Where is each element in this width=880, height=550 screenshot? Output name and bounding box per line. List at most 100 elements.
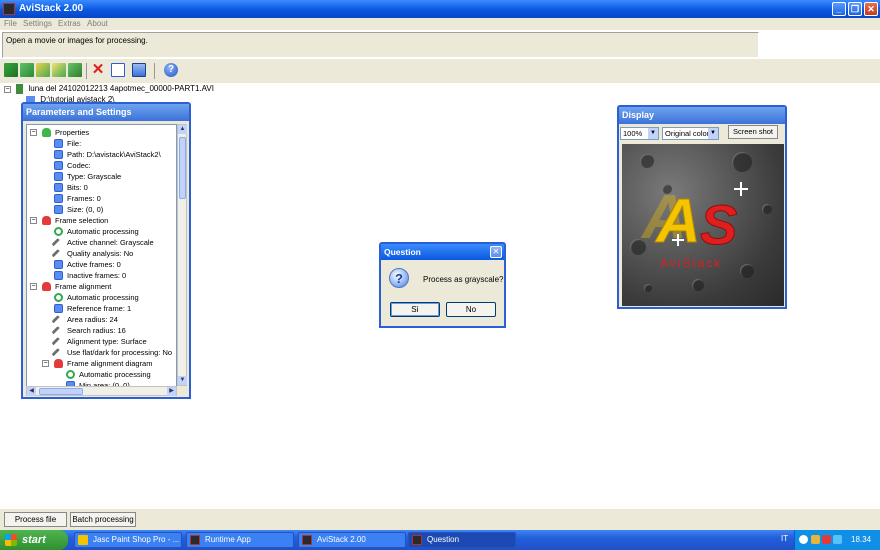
svg-text:S: S [700, 193, 737, 256]
tree-row[interactable]: Use flat/dark for processing: No [27, 347, 176, 358]
volume-icon[interactable] [833, 535, 842, 544]
tree-row[interactable]: Size: (0, 0) [27, 204, 176, 215]
start-button[interactable]: start [0, 530, 68, 550]
scroll-left-arrow-icon[interactable]: ◀ [27, 387, 36, 396]
open-movie-icon[interactable] [4, 63, 18, 77]
toolbar-separator [154, 63, 155, 79]
menu-file[interactable]: File [4, 19, 17, 28]
tree-row-label: Frame alignment [55, 282, 112, 291]
tree-row[interactable]: Automatic processing [27, 369, 176, 380]
status-message-box: Open a movie or images for processing. [2, 32, 759, 58]
tree-row-label: Search radius: 16 [67, 326, 126, 335]
tree-row[interactable]: Active frames: 0 [27, 259, 176, 270]
network-icon[interactable] [799, 535, 808, 544]
scroll-thumb[interactable] [179, 137, 186, 199]
parameters-panel: Parameters and Settings − Properties File:… [21, 102, 191, 399]
delete-icon[interactable]: ✕ [91, 62, 105, 77]
tree-row[interactable]: − Frame alignment diagram [27, 358, 176, 369]
gear-icon [54, 293, 63, 302]
save-icon[interactable] [132, 63, 146, 77]
tree-row[interactable]: Automatic processing [27, 292, 176, 303]
tree-row[interactable]: Area radius: 24 [27, 314, 176, 325]
process-file-button[interactable]: Process file [4, 512, 67, 527]
task-question[interactable]: Question [408, 532, 516, 548]
language-indicator[interactable]: IT [781, 534, 788, 543]
dialog-close-icon[interactable]: ✕ [490, 246, 502, 258]
chevron-down-icon[interactable]: ▼ [708, 128, 718, 139]
tree-expander[interactable]: − [30, 129, 37, 136]
help-icon[interactable]: ? [164, 63, 178, 77]
tree-row[interactable]: Path: D:\avistack\AviStack2\ [27, 149, 176, 160]
tree-row[interactable]: Codec: [27, 160, 176, 171]
horizontal-scrollbar[interactable]: ◀ ▶ [26, 386, 177, 396]
tree-row-label: Automatic processing [67, 227, 139, 236]
tree-row[interactable]: Type: Grayscale [27, 171, 176, 182]
tree-row[interactable]: Alignment type: Surface [27, 336, 176, 347]
tree-expander[interactable]: − [42, 360, 49, 367]
menu-about[interactable]: About [87, 19, 108, 28]
maximize-button[interactable]: ❐ [848, 2, 862, 16]
load-project-icon[interactable] [52, 63, 66, 77]
yes-button[interactable]: Sì [390, 302, 440, 317]
tree-row[interactable]: − Frame alignment [27, 281, 176, 292]
menu-settings[interactable]: Settings [23, 19, 52, 28]
menu-bar: File Settings Extras About [0, 18, 880, 30]
display-panel-title[interactable]: Display [619, 107, 785, 124]
file-tree-root[interactable]: − luna del 24102012213 4apotmec_00000-PA… [4, 84, 214, 94]
tree-expander[interactable]: − [4, 85, 11, 93]
task-avistack[interactable]: AviStack 2.00 [298, 532, 406, 548]
main-titlebar[interactable]: AviStack 2.00 _ ❐ ✕ [0, 0, 880, 18]
security-icon[interactable] [811, 535, 820, 544]
folder-red-icon [42, 282, 51, 291]
tree-row[interactable]: Search radius: 16 [27, 325, 176, 336]
tree-row-label: Area radius: 24 [67, 315, 118, 324]
tree-row[interactable]: Active channel: Grayscale [27, 237, 176, 248]
doc-icon [54, 172, 63, 181]
tree-row[interactable]: Automatic processing [27, 226, 176, 237]
task-label: AviStack 2.00 [317, 535, 366, 544]
new-document-icon[interactable] [111, 63, 125, 77]
dialog-title[interactable]: Question [381, 244, 504, 260]
screenshot-button[interactable]: Screen shot [728, 125, 778, 139]
tree-row[interactable]: − Properties [27, 127, 176, 138]
open-images-icon[interactable] [20, 63, 34, 77]
question-icon: ? [389, 268, 409, 288]
tree-row-label: Alignment type: Surface [67, 337, 147, 346]
tree-row[interactable]: Frames: 0 [27, 193, 176, 204]
save-project-icon[interactable] [36, 63, 50, 77]
tree-row[interactable]: − Frame selection [27, 215, 176, 226]
minimize-button[interactable]: _ [832, 2, 846, 16]
parameters-tree[interactable]: − Properties File: Path: D:\avistack\AviSta… [26, 124, 177, 396]
scroll-down-arrow-icon[interactable]: ▼ [178, 376, 187, 385]
vertical-scrollbar[interactable]: ▲ ▼ [177, 124, 187, 386]
menu-extras[interactable]: Extras [58, 19, 81, 28]
export-icon[interactable] [68, 63, 82, 77]
doc-icon [54, 161, 63, 170]
scroll-right-arrow-icon[interactable]: ▶ [167, 387, 176, 396]
scroll-thumb-horizontal[interactable] [39, 388, 83, 395]
doc-icon [54, 205, 63, 214]
zoom-select[interactable]: 100% ▼ [620, 127, 659, 140]
color-mode-select[interactable]: Original color ▼ [662, 127, 719, 140]
task-runtime-app[interactable]: Runtime App [186, 532, 294, 548]
image-preview: A A S AviStack [622, 144, 784, 306]
no-button[interactable]: No [446, 302, 496, 317]
close-button[interactable]: ✕ [864, 2, 878, 16]
parameters-panel-title[interactable]: Parameters and Settings [23, 104, 189, 121]
tree-row[interactable]: Bits: 0 [27, 182, 176, 193]
tree-row[interactable]: File: [27, 138, 176, 149]
tree-row-label: Type: Grayscale [67, 172, 122, 181]
tree-row[interactable]: Quality analysis: No [27, 248, 176, 259]
tree-row[interactable]: Inactive frames: 0 [27, 270, 176, 281]
antivirus-icon[interactable] [822, 535, 831, 544]
question-app-icon [412, 535, 422, 545]
avistack-logo: A A S [640, 182, 748, 257]
tree-expander[interactable]: − [30, 283, 37, 290]
folder-green-icon [42, 128, 51, 137]
tree-row[interactable]: Reference frame: 1 [27, 303, 176, 314]
scroll-up-arrow-icon[interactable]: ▲ [178, 125, 187, 134]
tree-expander[interactable]: − [30, 217, 37, 224]
batch-processing-button[interactable]: Batch processing [70, 512, 136, 527]
chevron-down-icon[interactable]: ▼ [648, 128, 658, 139]
task-paint-shop-pro[interactable]: Jasc Paint Shop Pro - ... [74, 532, 182, 548]
